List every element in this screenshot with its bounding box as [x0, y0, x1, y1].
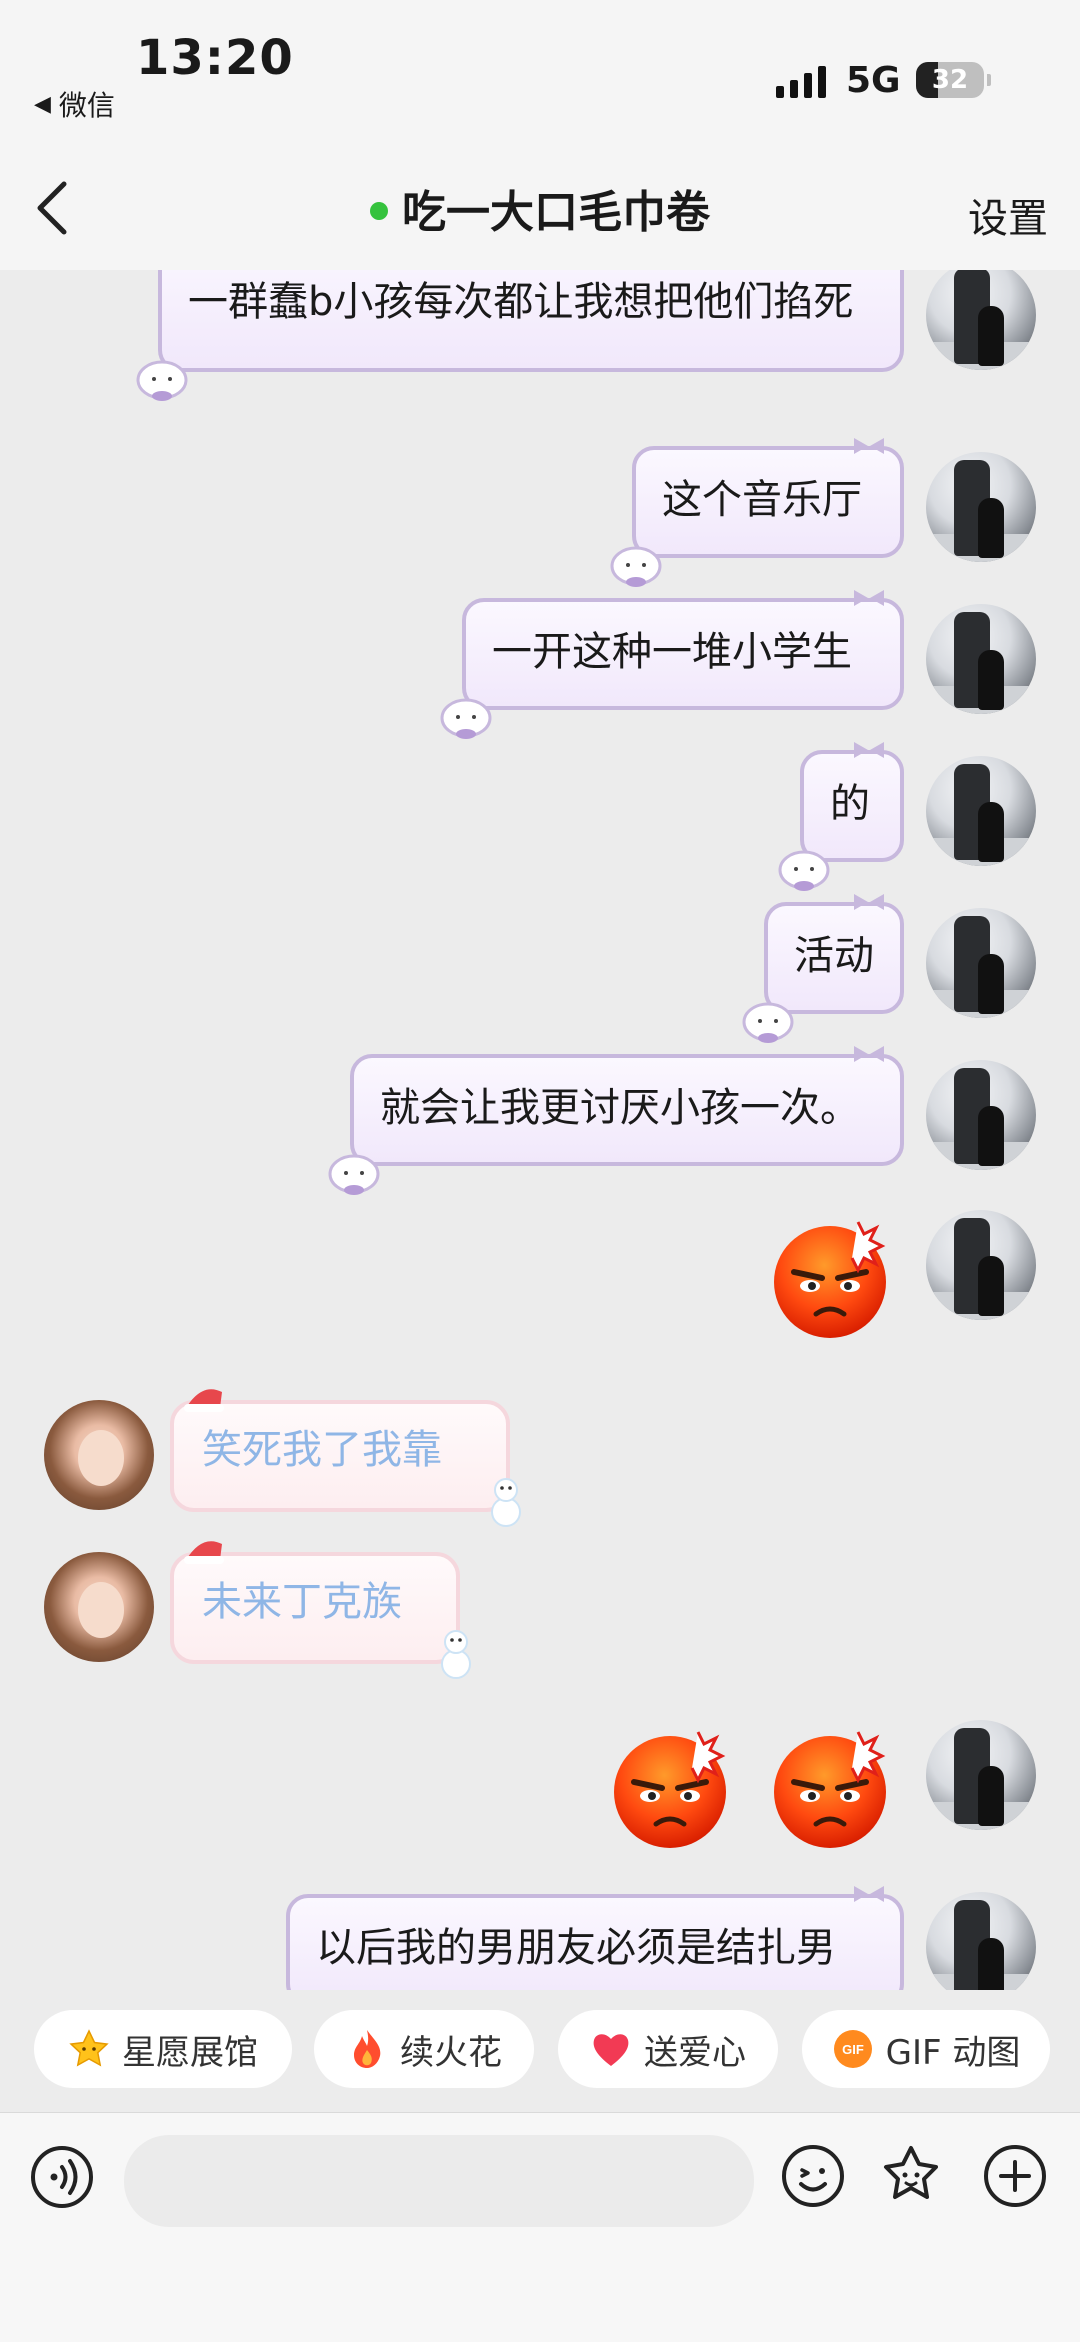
- bow-icon: [854, 438, 884, 454]
- flame-icon: [354, 2030, 381, 2068]
- my-avatar[interactable]: [926, 1720, 1036, 1830]
- message-text: 活动: [794, 933, 874, 979]
- back-to-app[interactable]: ◀ 微信: [34, 84, 115, 124]
- angry-face-emoji[interactable]: [770, 1216, 894, 1340]
- chat-title-text: 吃一大口毛巾卷: [402, 187, 710, 238]
- message-text: 以后我的男朋友必须是结扎男: [316, 1925, 836, 1971]
- quick-action-gif[interactable]: GIF GIF 动图: [802, 2010, 1050, 2088]
- bow-icon: [854, 590, 884, 606]
- kitty-sticker-icon: [610, 546, 662, 587]
- status-time: 13:20: [136, 30, 294, 86]
- message-text: 未来丁克族: [202, 1579, 402, 1625]
- heart-icon: [593, 2034, 629, 2066]
- network-type: 5G: [846, 60, 901, 101]
- voice-input-icon[interactable]: [30, 2145, 94, 2209]
- message-text: 的: [830, 781, 870, 827]
- star-icon: [69, 2029, 109, 2067]
- quick-action-label: GIF 动图: [885, 2032, 1021, 2073]
- my-avatar[interactable]: [926, 452, 1036, 562]
- my-avatar[interactable]: [926, 1210, 1036, 1320]
- message-bubble[interactable]: 以后我的男朋友必须是结扎男: [286, 1886, 904, 1990]
- chat-area[interactable]: 一群蠢b小孩每次都让我想把他们掐死 这个音乐厅 一开这种一堆小学生 的 活动 就…: [0, 270, 1080, 1990]
- kitty-sticker-icon: [328, 1154, 380, 1195]
- message-text: 笑死我了我靠: [202, 1427, 442, 1473]
- svg-text:GIF: GIF: [842, 2042, 864, 2057]
- bow-icon: [854, 894, 884, 910]
- gif-icon: GIF: [833, 2030, 872, 2068]
- top-bar: 13:20 ◀ 微信 5G 32 吃一大口毛巾卷 设置: [0, 0, 1080, 270]
- friend-avatar[interactable]: [44, 1400, 154, 1510]
- friend-message-bubble[interactable]: 笑死我了我靠: [170, 1389, 521, 1527]
- kitty-sticker-icon: [440, 698, 492, 739]
- quick-action-star-gallery[interactable]: 星愿展馆: [34, 2010, 292, 2088]
- message-text: 一群蠢b小孩每次都让我想把他们掐死: [188, 279, 854, 325]
- my-avatar[interactable]: [926, 270, 1036, 370]
- emoji-icon[interactable]: [780, 2143, 846, 2209]
- signal-icon: [776, 66, 826, 98]
- friend-avatar[interactable]: [44, 1552, 154, 1662]
- message-text: 这个音乐厅: [662, 477, 862, 523]
- kitty-sticker-icon: [742, 1002, 794, 1043]
- quick-action-label: 续火花: [400, 2032, 502, 2073]
- chat-title: 吃一大口毛巾卷: [0, 176, 1080, 240]
- angry-face-emoji[interactable]: [770, 1726, 894, 1850]
- back-triangle-icon: ◀: [34, 91, 51, 117]
- message-text: 就会让我更讨厌小孩一次。: [380, 1085, 860, 1131]
- message-bubble[interactable]: 的: [778, 742, 904, 891]
- quick-action-send-heart[interactable]: 送爱心: [558, 2010, 778, 2088]
- quick-action-spark[interactable]: 续火花: [314, 2010, 534, 2088]
- angry-face-emoji[interactable]: [610, 1726, 734, 1850]
- message-bubble[interactable]: 就会让我更讨厌小孩一次。: [328, 1046, 904, 1195]
- input-bar: [0, 2112, 1080, 2342]
- settings-button[interactable]: 设置: [968, 186, 1048, 244]
- my-avatar[interactable]: [926, 908, 1036, 1018]
- battery-percent: 32: [931, 65, 969, 95]
- message-bubble[interactable]: 这个音乐厅: [610, 438, 904, 587]
- snowman-icon: [491, 1478, 521, 1527]
- kitty-sticker-icon: [778, 850, 830, 891]
- plus-icon[interactable]: [982, 2143, 1048, 2209]
- kitty-sticker-icon: [136, 360, 188, 401]
- message-bubble[interactable]: 一群蠢b小孩每次都让我想把他们掐死: [136, 270, 904, 401]
- back-app-label: 微信: [58, 89, 115, 122]
- quick-action-label: 送爱心: [644, 2032, 746, 2073]
- message-bubble[interactable]: 活动: [742, 894, 904, 1043]
- my-avatar[interactable]: [926, 604, 1036, 714]
- message-bubble[interactable]: 一开这种一堆小学生: [440, 590, 904, 739]
- snowman-icon: [441, 1630, 471, 1679]
- santa-hat-icon: [184, 1541, 224, 1564]
- online-status-dot: [370, 202, 388, 220]
- quick-action-label: 星愿展馆: [122, 2032, 258, 2073]
- message-text: 一开这种一堆小学生: [492, 629, 852, 675]
- my-avatar[interactable]: [926, 756, 1036, 866]
- message-input[interactable]: [124, 2135, 754, 2227]
- my-avatar[interactable]: [926, 1892, 1036, 1990]
- quick-actions-bar: 星愿展馆 续火花 送爱心 GIF GIF 动图: [0, 1990, 1080, 2110]
- friend-message-bubble[interactable]: 未来丁克族: [170, 1541, 471, 1679]
- sticker-star-icon[interactable]: [878, 2143, 944, 2209]
- bow-icon: [854, 742, 884, 758]
- santa-hat-icon: [184, 1389, 224, 1412]
- bow-icon: [854, 1886, 884, 1902]
- my-avatar[interactable]: [926, 1060, 1036, 1170]
- bow-icon: [854, 1046, 884, 1062]
- battery-icon: 32: [916, 62, 991, 98]
